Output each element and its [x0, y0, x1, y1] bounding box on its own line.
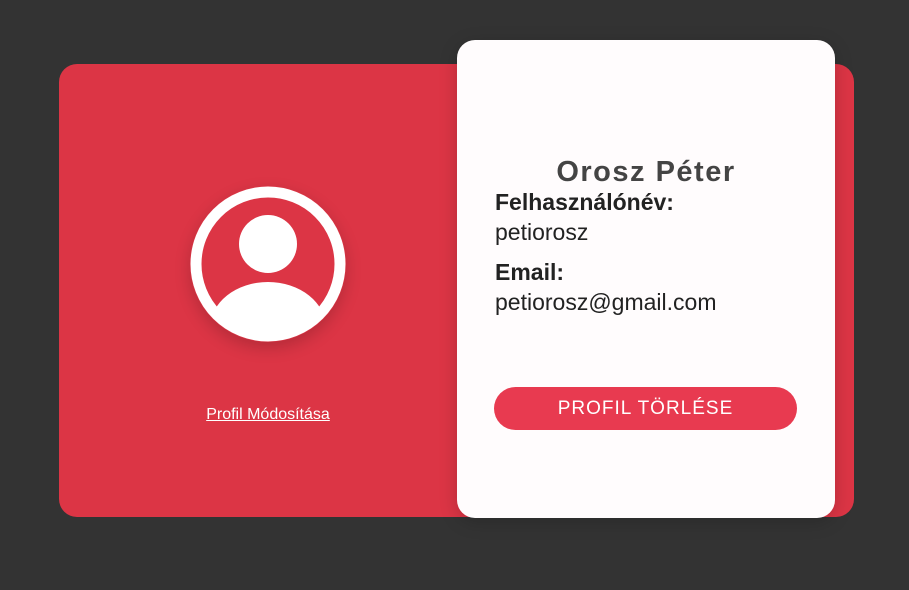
user-avatar-icon: [190, 186, 346, 342]
profile-info-card: Orosz Péter Felhasználónév: petiorosz Em…: [457, 40, 835, 518]
username-value: petiorosz: [495, 219, 589, 245]
username-label: Felhasználónév:: [495, 189, 674, 215]
email-label: Email:: [495, 259, 565, 285]
page: Profil Módosítása Orosz Péter Felhasznál…: [0, 0, 909, 590]
delete-profile-button[interactable]: PROFIL TÖRLÉSE: [494, 387, 797, 430]
email-value: petiorosz@gmail.com: [495, 289, 717, 315]
profile-name: Orosz Péter: [556, 156, 736, 188]
edit-profile-link[interactable]: Profil Módosítása: [59, 406, 477, 424]
